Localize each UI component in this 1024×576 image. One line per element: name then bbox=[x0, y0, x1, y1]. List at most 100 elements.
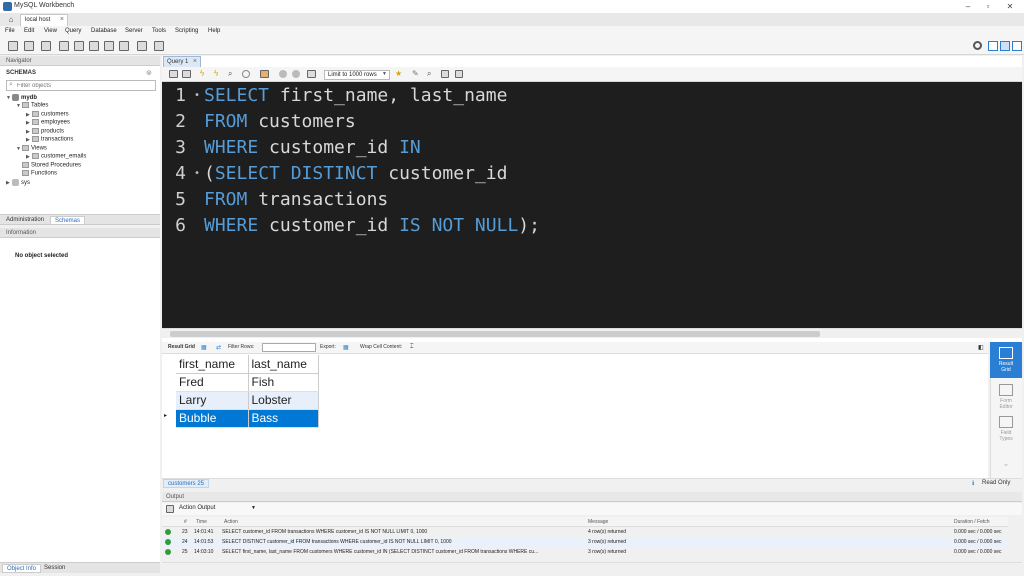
create-table-icon[interactable] bbox=[74, 41, 84, 51]
tab-session[interactable]: Session bbox=[40, 564, 69, 573]
scroll-down-icon[interactable]: ⌄ bbox=[990, 458, 1022, 469]
menu-view[interactable]: View bbox=[44, 28, 57, 34]
code-editor[interactable]: 1 • SELECT first_name, last_name 2 FROM cust… bbox=[162, 82, 1022, 328]
create-function-icon[interactable] bbox=[119, 41, 129, 51]
table-row[interactable]: Fred Fish bbox=[176, 373, 319, 392]
action-output-select[interactable]: Action Output ▼ bbox=[176, 504, 258, 514]
gear-icon[interactable] bbox=[973, 41, 982, 50]
toggle-panel-icon[interactable]: ◧ bbox=[978, 344, 984, 351]
table-row-selected[interactable]: Bubble Bass bbox=[176, 409, 319, 428]
tree-node-functions[interactable]: Functions bbox=[22, 170, 57, 177]
result-tab[interactable]: customers 25 bbox=[163, 479, 210, 488]
home-icon[interactable]: ⌂ bbox=[4, 15, 18, 25]
beautify-icon[interactable]: ★ bbox=[395, 69, 402, 78]
column-header-first-name[interactable]: first_name bbox=[176, 355, 249, 374]
refresh-schemas-icon[interactable]: ⊚ bbox=[146, 69, 152, 77]
create-schema-icon[interactable] bbox=[59, 41, 69, 51]
tree-item-table[interactable]: ▶ products bbox=[26, 128, 64, 135]
create-procedure-icon[interactable] bbox=[104, 41, 114, 51]
scrollbar-thumb[interactable] bbox=[170, 331, 820, 337]
tree-item-table[interactable]: ▶ employees bbox=[26, 119, 70, 126]
tree-item-table[interactable]: ▶ customers bbox=[26, 111, 69, 118]
tree-node-mydb[interactable]: ▼ mydb bbox=[6, 94, 37, 101]
query-tab[interactable]: Query 1 × bbox=[163, 56, 201, 67]
menu-file[interactable]: File bbox=[5, 28, 15, 34]
output-row[interactable]: 23 14:01:41 SELECT customer_id FROM tran… bbox=[162, 527, 1008, 537]
tree-item-table[interactable]: ▶ transactions bbox=[26, 136, 73, 143]
tree-node-views[interactable]: ▼ Views bbox=[16, 145, 47, 152]
maximize-button[interactable]: ▫ bbox=[980, 1, 996, 12]
grid-options-icon[interactable]: ▦ bbox=[201, 344, 207, 351]
table-row[interactable]: Larry Lobster bbox=[176, 391, 319, 410]
editor-horizontal-scrollbar[interactable] bbox=[162, 328, 1022, 338]
execute-current-icon[interactable]: ϟ bbox=[214, 69, 218, 78]
filter-objects-field[interactable]: ⌕ bbox=[6, 80, 156, 91]
code-text: SELECT first_name, last_name bbox=[204, 83, 507, 109]
menu-tools[interactable]: Tools bbox=[152, 28, 166, 34]
statement-marker-icon[interactable]: • bbox=[194, 83, 200, 109]
search-table-data-icon[interactable] bbox=[137, 41, 147, 51]
cell-first-name[interactable]: Fred bbox=[176, 373, 249, 392]
stop-icon[interactable] bbox=[242, 70, 250, 78]
filter-objects-input[interactable] bbox=[17, 82, 153, 90]
cell-last-name[interactable]: Fish bbox=[248, 373, 319, 392]
connection-tab[interactable]: local host × bbox=[20, 14, 68, 26]
search-icon[interactable]: ⌕ bbox=[427, 69, 431, 79]
toggle-continue-icon[interactable] bbox=[260, 70, 269, 78]
toggle-secondary-sidebar-icon[interactable] bbox=[1012, 41, 1022, 51]
invisible-chars-icon[interactable] bbox=[441, 70, 449, 78]
output-row[interactable]: 24 14:01:53 SELECT DISTINCT customer_id … bbox=[162, 537, 1008, 547]
field-types-side-button[interactable]: Field Types bbox=[990, 414, 1022, 442]
col-num: # bbox=[184, 519, 187, 525]
close-tab-icon[interactable]: × bbox=[193, 58, 197, 65]
open-file-icon[interactable] bbox=[169, 70, 178, 78]
form-editor-side-button[interactable]: Form Editor bbox=[990, 382, 1022, 410]
cell-last-name[interactable]: Bass bbox=[248, 409, 319, 428]
cell-first-name[interactable]: Larry bbox=[176, 391, 249, 410]
autocommit-icon[interactable] bbox=[307, 70, 316, 78]
minimize-button[interactable]: – bbox=[960, 1, 976, 12]
tree-node-stored-procedures[interactable]: Stored Procedures bbox=[22, 162, 81, 169]
tab-object-info[interactable]: Object Info bbox=[2, 564, 42, 573]
save-icon[interactable] bbox=[182, 70, 191, 78]
execute-icon[interactable]: ϟ bbox=[200, 69, 204, 78]
tree-item-view[interactable]: ▶ customer_emails bbox=[26, 153, 86, 160]
filter-rows-input[interactable] bbox=[262, 343, 316, 352]
menu-edit[interactable]: Edit bbox=[24, 28, 34, 34]
tab-schemas[interactable]: Schemas bbox=[50, 216, 86, 225]
toggle-sidebar-icon[interactable] bbox=[988, 41, 998, 51]
word-wrap-icon[interactable] bbox=[455, 70, 463, 78]
tab-administration[interactable]: Administration bbox=[2, 216, 48, 225]
copy-output-icon[interactable] bbox=[166, 505, 174, 513]
limit-rows-select[interactable]: Limit to 1000 rows ▼ bbox=[324, 70, 390, 80]
output-row[interactable]: 25 14:03:10 SELECT first_name, last_name… bbox=[162, 547, 1008, 557]
create-view-icon[interactable] bbox=[89, 41, 99, 51]
wrap-cell-icon[interactable]: ⌶ bbox=[410, 344, 414, 351]
toggle-output-icon[interactable] bbox=[1000, 41, 1010, 51]
new-sql-tab-icon[interactable] bbox=[8, 41, 18, 51]
menu-query[interactable]: Query bbox=[65, 28, 81, 34]
output-vertical-scrollbar[interactable] bbox=[1012, 517, 1022, 562]
menu-help[interactable]: Help bbox=[208, 28, 220, 34]
result-table: first_name last_name Fred Fish Larry Lob… bbox=[176, 355, 319, 428]
close-tab-icon[interactable]: × bbox=[60, 16, 64, 23]
fold-marker-icon[interactable]: • bbox=[194, 161, 200, 187]
result-grid-side-button[interactable]: Result Grid bbox=[990, 342, 1022, 378]
menu-server[interactable]: Server bbox=[125, 28, 143, 34]
close-window-button[interactable]: ✕ bbox=[1002, 1, 1018, 12]
reconnect-icon[interactable] bbox=[154, 41, 164, 51]
explain-icon[interactable]: ⌕ bbox=[228, 69, 232, 79]
menu-database[interactable]: Database bbox=[91, 28, 117, 34]
rollback-icon[interactable] bbox=[292, 70, 300, 78]
column-header-last-name[interactable]: last_name bbox=[248, 355, 319, 374]
cell-first-name[interactable]: Bubble bbox=[176, 409, 249, 428]
open-sql-script-icon[interactable] bbox=[24, 41, 34, 51]
cell-last-name[interactable]: Lobster bbox=[248, 391, 319, 410]
find-replace-icon[interactable]: ✎ bbox=[412, 69, 419, 78]
tree-node-tables[interactable]: ▼ Tables bbox=[16, 102, 48, 109]
commit-icon[interactable] bbox=[279, 70, 287, 78]
export-icon[interactable]: ▦ bbox=[343, 344, 349, 351]
menu-scripting[interactable]: Scripting bbox=[175, 28, 198, 34]
inspector-icon[interactable] bbox=[41, 41, 51, 51]
tree-node-sys[interactable]: ▶ sys bbox=[6, 179, 30, 186]
